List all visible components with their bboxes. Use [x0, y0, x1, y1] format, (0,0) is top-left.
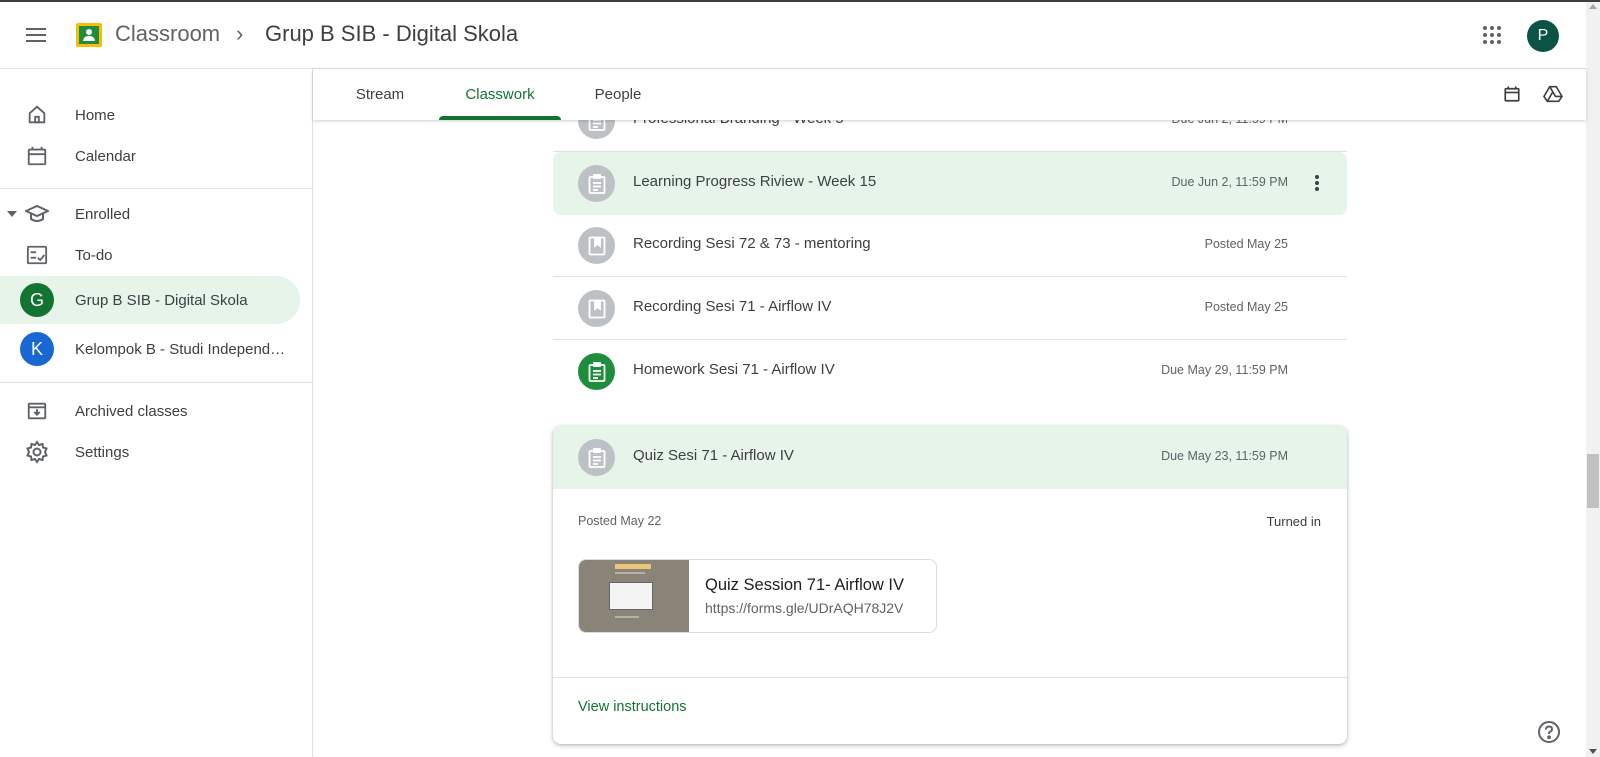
expanded-card-header[interactable]: Quiz Sesi 71 - Airflow IV Due May 23, 11…	[553, 426, 1347, 489]
google-calendar-icon[interactable]	[1500, 82, 1524, 106]
classwork-item-title: Quiz Sesi 71 - Airflow IV	[633, 447, 794, 464]
classwork-item-title: Recording Sesi 72 & 73 - mentoring	[633, 235, 871, 252]
class-avatar: G	[20, 283, 54, 317]
sidebar-divider	[0, 188, 313, 189]
card-divider	[553, 677, 1347, 678]
calendar-icon	[25, 144, 49, 168]
classroom-logo-icon[interactable]	[76, 23, 102, 47]
sidebar: Home Calendar Enrolled To-do G Grup B SI…	[0, 69, 313, 757]
view-instructions-link[interactable]: View instructions	[578, 699, 687, 715]
assignment-icon	[578, 353, 615, 390]
main-menu-icon[interactable]	[18, 17, 54, 53]
submission-status: Turned in	[1266, 514, 1321, 529]
todo-checklist-icon	[25, 243, 49, 267]
classwork-item-posted: Posted May 25	[1204, 300, 1288, 314]
class-title[interactable]: Grup B SIB - Digital Skola	[265, 21, 518, 47]
classwork-item-posted: Posted May 25	[1204, 237, 1288, 251]
assignment-icon	[578, 165, 615, 202]
classwork-item-due: Due Jun 2, 11:59 PM	[1171, 175, 1288, 189]
sidebar-item-class-kelompok-b[interactable]: K Kelompok B - Studi Independen Berserti…	[0, 325, 300, 373]
classwork-item-title: Recording Sesi 71 - Airflow IV	[633, 298, 832, 315]
sidebar-item-todo[interactable]: To-do	[0, 231, 300, 279]
attachment-title: Quiz Session 71- Airflow IV	[705, 576, 904, 594]
sidebar-item-label: Home	[75, 106, 116, 124]
caret-down-icon[interactable]	[7, 209, 17, 219]
gear-icon	[25, 440, 49, 464]
assignment-icon	[578, 439, 615, 476]
app-name[interactable]: Classroom	[115, 21, 220, 47]
material-icon	[578, 290, 615, 327]
attachment-url: https://forms.gle/UDrAQH78J2V	[705, 600, 904, 616]
classwork-content: Professional Branding - Week 5 Due Jun 2…	[313, 69, 1586, 757]
top-app-bar: Classroom › Grup B SIB - Digital Skola P	[0, 2, 1586, 69]
scroll-up-arrow-icon[interactable]	[1589, 4, 1597, 9]
tab-stream[interactable]: Stream	[339, 69, 421, 120]
scrollbar-thumb[interactable]	[1587, 454, 1599, 508]
home-icon	[25, 103, 49, 127]
graduation-cap-icon	[25, 202, 49, 226]
sidebar-item-label: Calendar	[75, 147, 136, 165]
classwork-item[interactable]: Homework Sesi 71 - Airflow IV Due May 29…	[553, 340, 1347, 403]
tab-classwork[interactable]: Classwork	[439, 69, 561, 120]
chevron-right-icon: ›	[236, 21, 244, 46]
classwork-item-title: Learning Progress Riview - Week 15	[633, 173, 877, 190]
material-icon	[578, 227, 615, 264]
attachment-thumbnail	[579, 560, 689, 632]
classwork-item-due: Due May 29, 11:59 PM	[1161, 363, 1288, 377]
sidebar-item-label: Grup B SIB - Digital Skola	[75, 291, 248, 309]
sidebar-item-label: Settings	[75, 443, 130, 461]
sidebar-item-label: Enrolled	[75, 205, 131, 223]
classwork-item-title: Homework Sesi 71 - Airflow IV	[633, 361, 835, 378]
classwork-item[interactable]: Recording Sesi 72 & 73 - mentoring Poste…	[553, 214, 1347, 277]
classwork-item[interactable]: Learning Progress Riview - Week 15 Due J…	[553, 152, 1347, 215]
classwork-item-due: Due May 23, 11:59 PM	[1161, 449, 1288, 463]
classwork-item[interactable]: Recording Sesi 71 - Airflow IV Posted Ma…	[553, 277, 1347, 340]
sidebar-item-label: To-do	[75, 246, 113, 264]
class-tab-bar: Stream Classwork People	[313, 69, 1586, 120]
help-icon[interactable]	[1536, 719, 1562, 745]
expanded-classwork-card: Quiz Sesi 71 - Airflow IV Due May 23, 11…	[553, 426, 1347, 744]
posted-date: Posted May 22	[578, 514, 662, 528]
scroll-down-arrow-icon[interactable]	[1589, 749, 1597, 754]
google-drive-icon[interactable]	[1541, 82, 1565, 106]
google-apps-icon[interactable]	[1476, 19, 1508, 51]
account-avatar[interactable]: P	[1527, 20, 1559, 52]
sidebar-item-label: Kelompok B - Studi Independen Bersertifi…	[75, 340, 293, 358]
sidebar-item-settings[interactable]: Settings	[0, 428, 300, 476]
attachment-card[interactable]: Quiz Session 71- Airflow IV https://form…	[578, 559, 937, 633]
archive-icon	[25, 399, 49, 423]
sidebar-item-label: Archived classes	[75, 402, 188, 420]
sidebar-item-calendar[interactable]: Calendar	[0, 132, 300, 180]
class-avatar: K	[20, 332, 54, 366]
page-scrollbar[interactable]	[1586, 2, 1600, 757]
tab-people[interactable]: People	[575, 69, 661, 120]
more-vert-icon[interactable]	[1305, 171, 1329, 195]
sidebar-item-class-grup-b[interactable]: G Grup B SIB - Digital Skola	[0, 276, 300, 324]
sidebar-divider	[0, 382, 313, 383]
